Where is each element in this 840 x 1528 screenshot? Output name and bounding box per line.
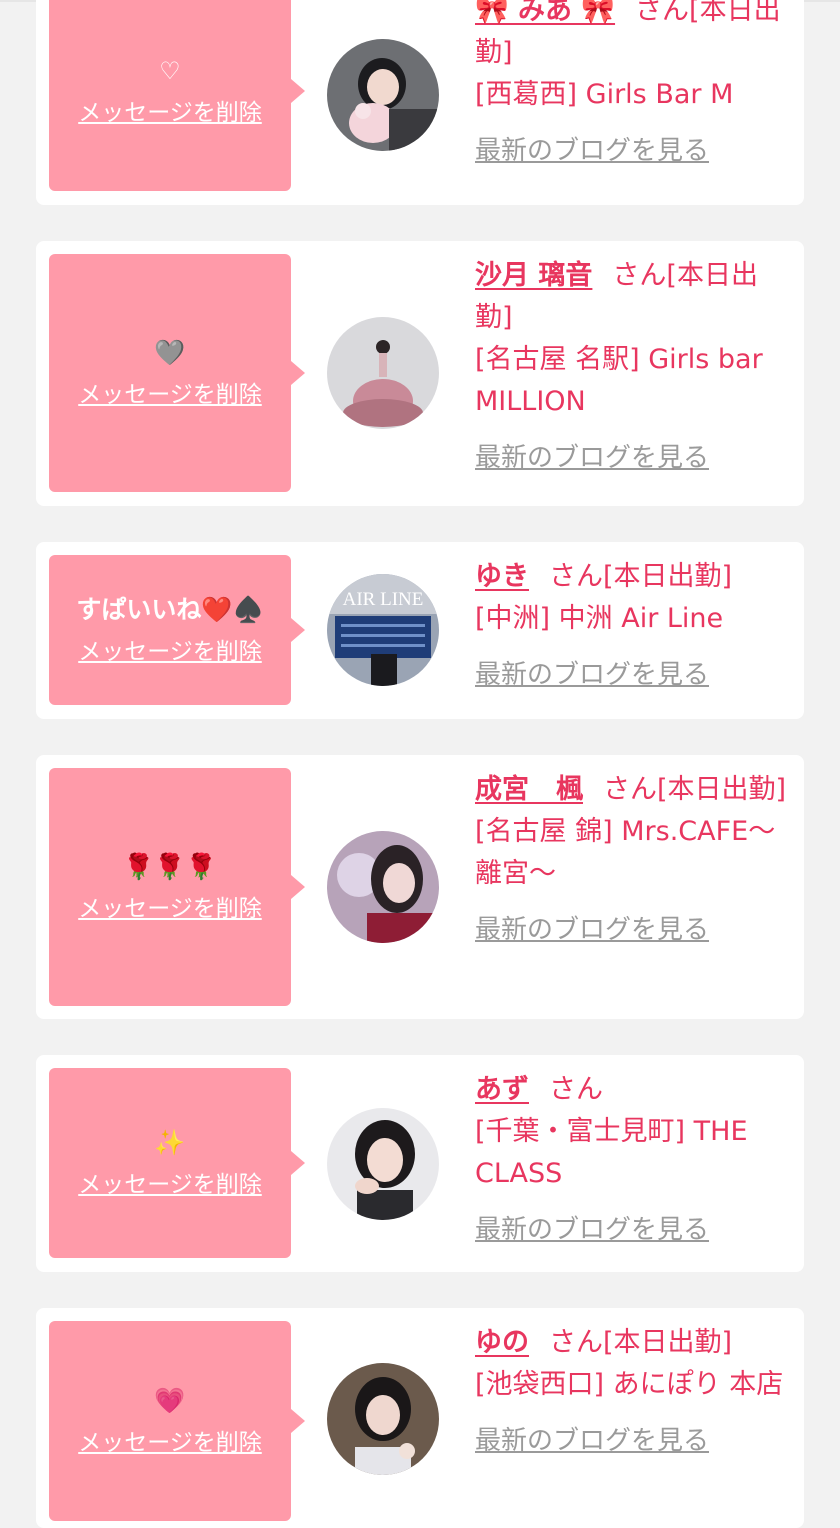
shop-name: [千葉・富士見町] THE CLASS xyxy=(475,1116,748,1189)
cast-status: さん[本日出勤] xyxy=(603,774,787,805)
message-card: ✨ メッセージを削除 あず さん [千葉・富士見町] THE CLASS 最新のブ… xyxy=(36,1055,804,1272)
avatar[interactable] xyxy=(327,831,439,943)
avatar[interactable] xyxy=(327,317,439,429)
message-text: ♡ xyxy=(159,56,181,85)
message-card: ♡ メッセージを削除 🎀 みあ 🎀 さん[本日出勤] [西葛西] Girls Ba… xyxy=(36,0,804,205)
blog-link[interactable]: 最新のブログを見る xyxy=(475,654,791,696)
cast-name-link[interactable]: 沙月 璃音 xyxy=(475,260,592,291)
message-card: 💗 メッセージを削除 ゆの さん[本日出勤] [池袋西口] あにぽり 本店 最新の… xyxy=(36,1308,804,1528)
avatar[interactable] xyxy=(327,1363,439,1475)
cast-name-link[interactable]: ゆの xyxy=(475,1327,529,1358)
message-card: 🩶 メッセージを削除 沙月 璃音 さん[本日出勤] [名古屋 名駅] Girls … xyxy=(36,241,804,506)
avatar-sign-text: AIR LINE xyxy=(343,589,424,610)
message-card: すぱいいね❤️♠️ メッセージを削除 AIR LINE ゆき さん[本日出勤] [… xyxy=(36,542,804,719)
message-text: ✨ xyxy=(154,1128,186,1157)
delete-message-link[interactable]: メッセージを削除 xyxy=(78,889,262,923)
avatar[interactable]: AIR LINE xyxy=(327,574,439,686)
cast-info: ゆの さん[本日出勤] [池袋西口] あにぽり 本店 最新のブログを見る xyxy=(475,1322,791,1462)
blog-link[interactable]: 最新のブログを見る xyxy=(475,130,791,172)
cast-info: あず さん [千葉・富士見町] THE CLASS 最新のブログを見る xyxy=(475,1069,791,1251)
delete-message-link[interactable]: メッセージを削除 xyxy=(78,1423,262,1457)
blog-link[interactable]: 最新のブログを見る xyxy=(475,1420,791,1462)
shop-name: [池袋西口] あにぽり 本店 xyxy=(475,1369,784,1400)
message-bubble: 🩶 メッセージを削除 xyxy=(49,254,305,492)
shop-name: [西葛西] Girls Bar M xyxy=(475,79,734,110)
message-card: 🌹🌹🌹 メッセージを削除 成宮 楓さん[本日出勤] [名古屋 錦] Mrs.CA… xyxy=(36,755,804,1019)
cast-info: 沙月 璃音 さん[本日出勤] [名古屋 名駅] Girls bar MILLION… xyxy=(475,255,791,479)
cast-name-link[interactable]: 🎀 みあ 🎀 xyxy=(475,0,615,26)
cast-info: ゆき さん[本日出勤] [中洲] 中洲 Air Line 最新のブログを見る xyxy=(475,556,791,696)
message-bubble: 🌹🌹🌹 メッセージを削除 xyxy=(49,768,305,1006)
blog-link[interactable]: 最新のブログを見る xyxy=(475,437,791,479)
delete-message-link[interactable]: メッセージを削除 xyxy=(78,632,262,666)
cast-name-link[interactable]: 成宮 楓 xyxy=(475,774,583,805)
message-text: 🌹🌹🌹 xyxy=(123,852,217,881)
shop-name: [中洲] 中洲 Air Line xyxy=(475,603,724,634)
cast-name-link[interactable]: あず xyxy=(475,1074,529,1105)
message-bubble: すぱいいね❤️♠️ メッセージを削除 xyxy=(49,555,305,705)
shop-name: [名古屋 錦] Mrs.CAFE〜離宮〜 xyxy=(475,816,776,889)
cast-status: さん[本日出勤] xyxy=(549,1327,733,1358)
message-text: 💗 xyxy=(154,1386,186,1415)
cast-status: さん[本日出勤] xyxy=(549,561,733,592)
message-text: すぱいいね❤️♠️ xyxy=(76,595,264,624)
message-bubble: 💗 メッセージを削除 xyxy=(49,1321,305,1521)
blog-link[interactable]: 最新のブログを見る xyxy=(475,1209,791,1251)
cast-info: 成宮 楓さん[本日出勤] [名古屋 錦] Mrs.CAFE〜離宮〜 最新のブログ… xyxy=(475,769,795,951)
delete-message-link[interactable]: メッセージを削除 xyxy=(78,1165,262,1199)
cast-info: 🎀 みあ 🎀 さん[本日出勤] [西葛西] Girls Bar M 最新のブログを… xyxy=(475,0,791,172)
blog-link[interactable]: 最新のブログを見る xyxy=(475,909,795,951)
message-text: 🩶 xyxy=(154,338,186,367)
message-bubble: ✨ メッセージを削除 xyxy=(49,1068,305,1258)
delete-message-link[interactable]: メッセージを削除 xyxy=(78,93,262,127)
cast-status: さん xyxy=(549,1074,603,1105)
cast-name-link[interactable]: ゆき xyxy=(475,561,529,592)
message-bubble: ♡ メッセージを削除 xyxy=(49,0,305,191)
delete-message-link[interactable]: メッセージを削除 xyxy=(78,375,262,409)
avatar[interactable] xyxy=(327,39,439,151)
avatar[interactable] xyxy=(327,1108,439,1220)
shop-name: [名古屋 名駅] Girls bar MILLION xyxy=(475,344,763,417)
